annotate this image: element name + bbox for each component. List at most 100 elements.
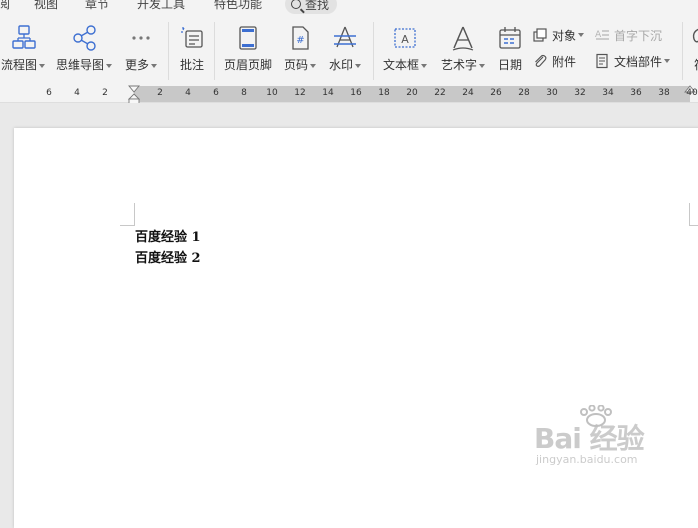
chevron-down-icon — [355, 63, 361, 68]
ribbon-separator — [682, 22, 683, 80]
mindmap-label: 思维导图 — [55, 58, 104, 72]
indent-marker-icon[interactable] — [128, 85, 140, 105]
chevron-down-icon — [151, 63, 157, 68]
tab-chapter[interactable]: 章节 — [85, 0, 109, 12]
wordart-button[interactable]: 艺术字 — [439, 24, 487, 76]
ruler-tick-label: 18 — [378, 88, 390, 98]
paperclip-icon — [535, 54, 547, 67]
object-label: 对象 — [552, 28, 577, 43]
tab-features[interactable]: 特色功能 — [214, 0, 262, 12]
search-button[interactable]: 查找 — [285, 0, 337, 14]
page-number-icon: # — [292, 26, 309, 50]
document-body[interactable]: 百度经验 1 百度经验 2 — [135, 227, 201, 269]
attachment-label: 附件 — [552, 54, 577, 69]
symbol-label: 符 — [688, 58, 698, 72]
ruler-tick-label: 6 — [213, 88, 219, 98]
document-canvas: 百度经验 1 百度经验 2 — [0, 103, 698, 528]
header-footer-label: 页眉页脚 — [223, 58, 272, 72]
ruler-tick-label: 40 — [686, 88, 698, 98]
watermark-icon — [334, 26, 356, 48]
header-footer-button[interactable]: 页眉页脚 — [222, 24, 274, 76]
more-dots-icon — [132, 36, 150, 40]
search-icon — [291, 0, 301, 9]
header-footer-icon — [239, 26, 257, 50]
ruler-tick-label: 16 — [350, 88, 362, 98]
svg-text:#: # — [296, 35, 304, 46]
svg-text:A: A — [401, 33, 409, 46]
chevron-down-icon — [106, 63, 112, 68]
chevron-down-icon — [39, 63, 45, 68]
doc-parts-button[interactable]: 文档部件 — [594, 52, 671, 70]
watermark-label: 水印 — [328, 58, 353, 72]
ruler-tick-label: 12 — [294, 88, 306, 98]
crop-mark — [120, 203, 135, 226]
object-button[interactable]: 对象 — [532, 26, 585, 44]
comment-label: 批注 — [179, 58, 204, 72]
ruler-tick-label: 8 — [241, 88, 247, 98]
ribbon-separator — [373, 22, 374, 80]
wordart-icon — [452, 26, 474, 51]
textbox-icon: A — [394, 28, 416, 48]
more-button[interactable]: 更多 — [122, 24, 160, 76]
paragraph[interactable]: 百度经验 1 — [135, 227, 201, 248]
paragraph[interactable]: 百度经验 2 — [135, 248, 201, 269]
more-label: 更多 — [124, 58, 149, 72]
ruler-tick-label: 34 — [602, 88, 614, 98]
textbox-button[interactable]: A 文本框 — [381, 24, 429, 76]
date-button[interactable]: 日期 — [495, 24, 525, 76]
ruler-tick-label: 28 — [518, 88, 530, 98]
ruler-tick-label: 2 — [102, 88, 108, 98]
page-number-label: 页码 — [283, 58, 308, 72]
chevron-down-icon — [664, 59, 671, 63]
ruler-tick-label: 26 — [490, 88, 502, 98]
ruler-tick-label: 20 — [406, 88, 418, 98]
ruler-tick-label: 4 — [74, 88, 80, 98]
ruler-tick-label: 36 — [630, 88, 642, 98]
attachment-button[interactable]: 附件 — [532, 52, 576, 70]
drop-cap-icon: A — [595, 30, 609, 40]
textbox-label: 文本框 — [382, 58, 419, 72]
mindmap-icon — [73, 25, 96, 51]
flowchart-label: 流程图 — [0, 58, 37, 72]
chevron-down-icon — [421, 63, 427, 68]
crop-mark — [689, 203, 698, 226]
tab-reference[interactable]: 阅 — [0, 0, 10, 12]
calendar-icon — [499, 27, 521, 49]
doc-parts-label: 文档部件 — [614, 54, 663, 69]
comment-button[interactable]: 批注 — [176, 24, 208, 76]
horizontal-ruler[interactable]: 6 4 2 2 4 6 8 10 12 14 16 18 20 22 24 26 28 30 32 34 36 38 40 — [0, 85, 698, 105]
menu-tab-bar: 阅 视图 章节 开发工具 特色功能 查找 — [0, 0, 698, 14]
document-page[interactable]: 百度经验 1 百度经验 2 — [14, 128, 698, 528]
drop-cap-button[interactable]: A 首字下沉 — [594, 26, 662, 44]
page-number-button[interactable]: # 页码 — [281, 24, 319, 76]
chevron-down-icon — [479, 63, 485, 68]
wordart-label: 艺术字 — [440, 58, 477, 72]
tab-view[interactable]: 视图 — [34, 0, 58, 12]
mindmap-button[interactable]: 思维导图 — [54, 24, 114, 76]
ruler-tick-label: 38 — [658, 88, 670, 98]
ruler-tick-label: 32 — [574, 88, 586, 98]
ribbon-separator — [214, 22, 215, 80]
ruler-tick-label: 14 — [322, 88, 334, 98]
ruler-tick-label: 24 — [462, 88, 474, 98]
chevron-down-icon — [578, 33, 585, 37]
ruler-tick-label: 22 — [434, 88, 446, 98]
doc-parts-icon — [596, 53, 608, 69]
watermark-button[interactable]: 水印 — [326, 24, 364, 76]
ruler-tick-label: 30 — [546, 88, 558, 98]
ribbon-separator — [168, 22, 169, 80]
chevron-down-icon — [310, 63, 316, 68]
ruler-tick-label: 10 — [266, 88, 278, 98]
date-label: 日期 — [497, 58, 522, 72]
drop-cap-label: 首字下沉 — [614, 28, 663, 43]
object-icon — [533, 28, 547, 42]
ruler-tick-label: 6 — [46, 88, 52, 98]
ruler-tick-label: 2 — [157, 88, 163, 98]
symbol-button[interactable]: 符 — [688, 24, 698, 76]
symbol-icon — [692, 28, 698, 43]
comment-icon — [181, 27, 203, 48]
flowchart-button[interactable]: 流程图 — [0, 24, 46, 76]
insert-ribbon: 流程图 思维导图 更多 批注 页眉页脚 # 页码 水印 A 文本框 艺术字 日期… — [0, 14, 698, 87]
flowchart-icon — [12, 25, 36, 49]
tab-devtools[interactable]: 开发工具 — [137, 0, 185, 12]
